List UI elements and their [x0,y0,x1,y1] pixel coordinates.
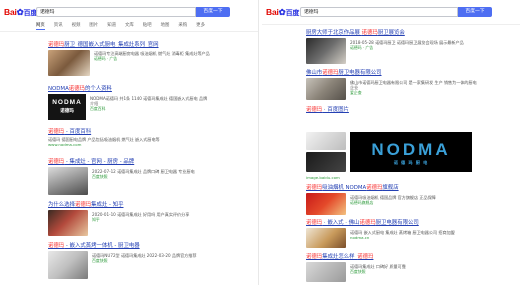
result-meta: 百度快照 [92,174,108,179]
result-meta: 知乎 [92,217,100,222]
right-results-panel: Bai✿百度 诺德玛 百度一下 厨房大师于北京作品展 诺德玛厨卫展览会 2018… [262,0,520,285]
result-thumbnail[interactable] [48,50,90,76]
result-snippet: NODMA诺德玛 共1条 1140 诺德玛集成灶 德国嵌入式厨电 品牌介绍 [90,96,208,106]
tab-caigou[interactable]: 采购 [178,22,187,30]
search-input[interactable]: 诺德玛 [300,7,458,17]
top-bar: Bai✿百度 诺德玛 百度一下 [0,0,258,22]
result-snippet-block: 佛山市诺德玛厨卫电器有限公司 是一家集研发 生产 销售为一体的厨电企业 爱企查 [350,80,480,96]
search-tabs: 网页 资讯 视频 图片 知道 文库 贴吧 地图 采购 更多 [36,22,205,30]
result-snippet-block: 诺德玛NU72型 诺德玛集成灶 2022-03-20 品牌官方推荐 百度快照 [92,253,212,264]
result-title[interactable]: 诺德玛吸油烟机 NODMA诺德玛旗舰店 [306,183,506,191]
result-meta: 诺德玛 · 广告 [94,56,118,61]
result-snippet-block: 诺德玛集成灶 口碑好 质量可靠 百度快照 [350,264,480,275]
logo-du: 百度 [285,10,300,17]
divider [0,31,258,32]
tab-wenku[interactable]: 文库 [125,22,134,30]
result-meta: 爱企查 [350,90,362,95]
result-snippet-block: 诺德玛专注高端厨房电器 吸油烟机 燃气灶 消毒柜 集成灶等产品 诺德玛 · 广告 [94,51,212,62]
result-snippet: 佛山市诺德玛厨卫电器有限公司 是一家集研发 生产 销售为一体的厨电企业 [350,80,477,90]
result-snippet: 诺德玛NU72型 诺德玛集成灶 2022-03-20 品牌官方推荐 [92,253,197,258]
result-snippet-block: 2022-07-12 诺德玛集成灶 品牌口碑 厨卫电器 专业厨电 百度快照 [92,169,212,180]
paw-icon: ✿ [16,7,24,17]
baidu-logo[interactable]: Bai✿百度 [266,7,299,18]
result-title[interactable]: 诺德玛 · 百度图片 [306,105,506,113]
result-title[interactable]: NODMA诺德玛的个人资料 [48,84,248,92]
result-item: 佛山市诺德玛厨卫电器有限公司 [306,68,506,76]
result-item: 诺德玛集成灶怎么样_诺德玛 [306,252,506,260]
logo-text: Bai [4,7,17,17]
nodma-logo-text: NODMA [371,140,451,159]
logo-text: Bai [266,7,279,17]
tab-images[interactable]: 图片 [89,22,98,30]
result-title[interactable]: 佛山市诺德玛厨卫电器有限公司 [306,68,506,76]
result-item: 诺德玛 - 集成灶 - 官网 - 厨房 - 品牌 [48,157,248,165]
image-result-2[interactable] [306,152,346,172]
result-snippet-block: 诺德玛 嵌入式厨电 集成灶 蒸烤箱 厨卫电器公司 招商加盟 nodma.cn [350,230,480,240]
result-thumbnail[interactable] [48,251,88,279]
paw-icon: ✿ [278,7,286,17]
divider [262,24,520,25]
tab-tieba[interactable]: 贴吧 [143,22,152,30]
result-title[interactable]: 诺德玛 · 嵌入式 · 佛山诺德玛厨卫电器有限公司 [306,218,506,226]
search-input[interactable]: 诺德玛 [36,7,196,17]
nodma-logo-text: NODMA [52,99,82,106]
result-thumbnail[interactable] [306,78,346,100]
result-item: 诺德玛厨卫_德国嵌入式厨电_集成灶系列_官网 [48,40,248,48]
image-result-1[interactable] [306,132,346,150]
tab-web[interactable]: 网页 [36,22,45,30]
tab-zhidao[interactable]: 知道 [107,22,116,30]
result-item: 厨房大师于北京作品展 诺德玛厨卫展览会 [306,28,506,36]
result-item: 诺德玛 - 百度百科 诺德玛 德国厨电品牌 产品包括吸油烟机 燃气灶 嵌入式厨电… [48,127,248,147]
result-item: 诺德玛 · 嵌入式 · 佛山诺德玛厨卫电器有限公司 [306,218,506,226]
result-thumbnail[interactable] [306,38,346,64]
result-thumbnail[interactable] [306,262,346,282]
result-title[interactable]: 诺德玛 - 嵌入式蒸烤一体机 - 厨卫电器 [48,241,248,249]
tab-map[interactable]: 地图 [161,22,170,30]
result-item: 诺德玛 · 百度图片 [306,105,506,113]
result-snippet: 2022-07-12 诺德玛集成灶 品牌口碑 厨卫电器 专业厨电 [92,169,195,174]
result-meta: 诺德玛旗舰店 [350,200,374,205]
result-meta: nodma.cn [350,235,370,240]
result-snippet-block: 2020-01-10 诺德玛集成灶 好用吗 用户真实评价分享 知乎 [92,212,212,223]
result-title[interactable]: 为什么选择诺德玛集成灶 - 知乎 [48,200,248,208]
result-meta: image.baidu.com [306,175,340,180]
tab-more[interactable]: 更多 [196,22,205,30]
result-meta: www.nodma.com [48,142,82,147]
nodma-logo-sub: 诺 德 玛 厨 电 [393,160,429,165]
search-button[interactable]: 百度一下 [458,7,492,17]
result-title[interactable]: 诺德玛集成灶怎么样_诺德玛 [306,252,506,260]
result-title[interactable]: 诺德玛 - 百度百科 [48,127,248,135]
result-item: 诺德玛 - 嵌入式蒸烤一体机 - 厨卫电器 [48,241,248,249]
baidu-logo[interactable]: Bai✿百度 [4,7,37,18]
nodma-logo-image[interactable]: NODMA 诺德玛 [48,94,86,120]
result-title[interactable]: 厨房大师于北京作品展 诺德玛厨卫展览会 [306,28,506,36]
result-snippet-block: 2018-05-28 诺德玛厨卫 诺德玛厨卫展览会现场 展示最新产品 诺德玛 ·… [350,40,480,51]
result-thumbnail[interactable] [48,167,88,195]
result-meta: 百度快照 [350,269,366,274]
search-button[interactable]: 百度一下 [196,7,230,17]
result-title[interactable]: 诺德玛厨卫_德国嵌入式厨电_集成灶系列_官网 [48,40,248,48]
nodma-logo-image[interactable]: NODMA 诺 德 玛 厨 电 [350,132,472,172]
result-thumbnail[interactable] [48,210,88,236]
result-item: 为什么选择诺德玛集成灶 - 知乎 [48,200,248,208]
result-meta: 诺德玛 · 广告 [350,45,374,50]
top-bar: Bai✿百度 诺德玛 百度一下 [262,0,520,22]
result-meta: 百度百科 [90,106,106,111]
result-item: 诺德玛吸油烟机 NODMA诺德玛旗舰店 [306,183,506,191]
result-item: NODMA诺德玛的个人资料 [48,84,248,92]
result-thumbnail[interactable] [306,228,346,248]
nodma-logo-sub: 诺德玛 [60,108,74,113]
result-meta: 百度快照 [92,258,108,263]
tab-video[interactable]: 视频 [72,22,81,30]
result-snippet-block: 诺德玛吸油烟机 德国品牌 官方旗舰店 正品保障 诺德玛旗舰店 [350,195,480,206]
result-title[interactable]: 诺德玛 - 集成灶 - 官网 - 厨房 - 品牌 [48,157,248,165]
tab-news[interactable]: 资讯 [54,22,63,30]
result-thumbnail[interactable] [306,193,346,215]
left-results-panel: Bai✿百度 诺德玛 百度一下 网页 资讯 视频 图片 知道 文库 贴吧 地图 … [0,0,259,285]
result-snippet-block: NODMA诺德玛 共1条 1140 诺德玛集成灶 德国嵌入式厨电 品牌介绍 百度… [90,96,210,112]
